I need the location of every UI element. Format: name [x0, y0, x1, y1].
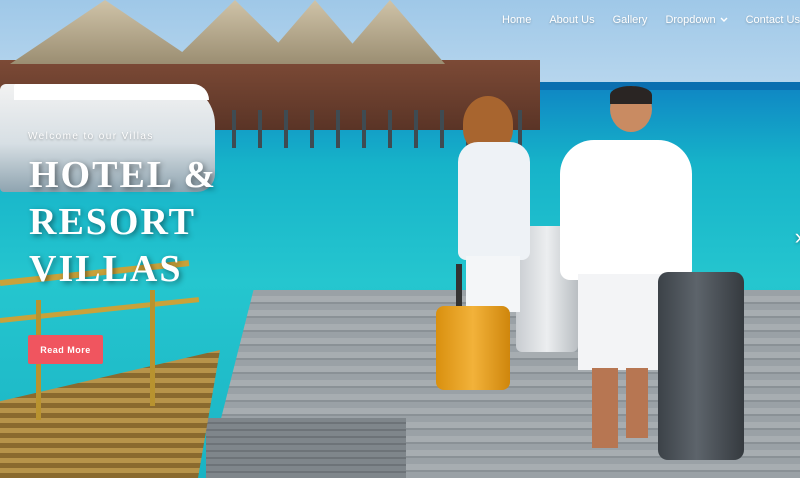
suitcase-handle — [456, 264, 462, 308]
hero-slider: Home About Us Gallery Dropdown Contact U… — [0, 0, 800, 478]
nav-label: Dropdown — [665, 14, 716, 26]
nav-dropdown[interactable]: Dropdown — [665, 14, 728, 26]
dark-suitcase — [658, 272, 744, 460]
man-shorts — [578, 274, 662, 370]
nav-home[interactable]: Home — [502, 14, 531, 26]
horizon — [520, 82, 800, 90]
welcome-text: Welcome to our Villas — [28, 131, 154, 142]
nav-gallery[interactable]: Gallery — [613, 14, 648, 26]
orange-suitcase — [436, 306, 510, 390]
chevron-down-icon — [720, 15, 728, 25]
nav-label: About Us — [549, 14, 595, 26]
nav-label: Home — [502, 14, 532, 26]
nav-about-us[interactable]: About Us — [549, 14, 594, 26]
nav-label: Gallery — [612, 14, 648, 26]
woman-legs — [466, 256, 520, 312]
man-leg — [592, 368, 618, 448]
headline-line: VILLAS — [29, 248, 183, 290]
man-leg — [626, 368, 648, 438]
nav-contact-us[interactable]: Contact Us — [746, 14, 800, 26]
man — [560, 140, 692, 280]
nav-label: Contact Us — [745, 14, 800, 26]
ramp-post — [150, 290, 155, 406]
woman — [458, 142, 530, 260]
man-hair — [610, 86, 652, 104]
main-nav: Home About Us Gallery Dropdown Contact U… — [502, 14, 800, 26]
headline-line: HOTEL & — [29, 154, 218, 196]
boat-deck — [14, 84, 209, 100]
dock-front — [206, 418, 406, 478]
read-more-button[interactable]: Read More — [28, 335, 103, 364]
chevron-right-icon[interactable]: › — [795, 226, 800, 248]
headline-line: RESORT — [29, 201, 196, 243]
hero-headline: HOTEL & RESORT VILLAS — [29, 152, 289, 293]
